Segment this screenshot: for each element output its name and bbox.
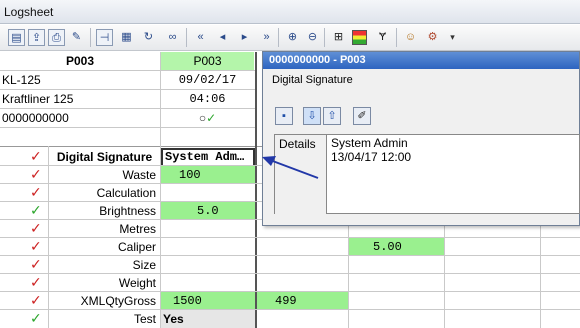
next-icon[interactable]: ▸ xyxy=(236,29,253,46)
row-label-size: Size xyxy=(132,258,156,272)
user-settings-icon[interactable]: ⚙ xyxy=(424,29,441,46)
refresh-icon[interactable]: ↻ xyxy=(140,29,157,46)
signed-timestamp: 13/04/17 12:00 xyxy=(331,150,412,164)
header-date: 09/02/17 xyxy=(178,73,237,87)
zoom-out-icon[interactable]: ⊖ xyxy=(304,29,321,46)
grid-line xyxy=(0,108,256,109)
export-icon[interactable]: ⇪ xyxy=(28,29,45,46)
cell-weight[interactable] xyxy=(161,274,255,292)
grid-line xyxy=(0,309,580,310)
cell-size[interactable] xyxy=(161,256,255,274)
status-check-red-icon: ✓ xyxy=(30,238,42,254)
row-label-test: Test xyxy=(133,312,156,326)
users-icon[interactable]: ☺ xyxy=(402,29,419,46)
grid-line xyxy=(0,89,256,90)
cell-metres[interactable] xyxy=(161,220,255,238)
grid-line xyxy=(0,70,256,71)
toolbar-separator xyxy=(90,28,91,47)
dialog-title: 0000000000 - P003 xyxy=(263,52,579,69)
last-icon[interactable]: » xyxy=(258,29,275,46)
cell-waste[interactable]: 100 xyxy=(161,166,255,184)
grid-line xyxy=(0,291,580,292)
toolbar: ▤ ⇪ ⎙ ✎ ⊣ ▦ ↻ ∞ « ◂ ▸ » ⊕ ⊖ ⊞ Ɏ ☺ ⚙ ▾ xyxy=(0,25,580,51)
grid-line xyxy=(0,127,256,128)
row-label-brightness: Brightness xyxy=(99,204,156,218)
status-check-red-icon: ✓ xyxy=(30,166,42,182)
grid-line xyxy=(0,255,580,256)
grid-line xyxy=(255,52,257,328)
row-label-metres: Metres xyxy=(119,222,156,236)
row-label-weight: Weight xyxy=(118,276,156,290)
status-check-green-icon: ✓ xyxy=(30,310,42,326)
signature-details: System Admin 13/04/17 12:00 xyxy=(331,136,411,164)
cell-test[interactable]: Yes xyxy=(161,310,255,328)
status-check-red-icon: ✓ xyxy=(30,184,42,200)
prev-icon[interactable]: ◂ xyxy=(214,29,231,46)
window-title-bar: Logsheet xyxy=(0,0,580,24)
header-time: 04:06 xyxy=(189,92,226,106)
cell-caliper-col3[interactable]: 5.00 xyxy=(349,238,444,256)
toolbar-separator xyxy=(186,28,187,47)
first-icon[interactable]: « xyxy=(192,29,209,46)
cell-xmlqtygross[interactable]: 1500 xyxy=(161,292,255,310)
toolbar-separator xyxy=(324,28,325,47)
print-icon[interactable]: ⎙ xyxy=(48,29,65,46)
grid-line xyxy=(0,273,580,274)
status-check-red-icon: ✓ xyxy=(30,274,42,290)
down-arrow-icon[interactable]: ⇩ xyxy=(303,107,321,125)
binoculars-icon[interactable]: ∞ xyxy=(164,29,181,46)
pin-icon[interactable]: ⊣ xyxy=(96,29,113,46)
header-code: KL-125 xyxy=(2,73,41,87)
toolbar-separator xyxy=(396,28,397,47)
tab-details[interactable]: Details xyxy=(275,135,327,214)
row-label-xmlqtygross: XMLQtyGross xyxy=(80,294,156,308)
save-icon[interactable]: ▪ xyxy=(275,107,293,125)
edit-icon[interactable]: ✎ xyxy=(68,29,85,46)
dialog-caption: Digital Signature xyxy=(272,74,353,86)
toolbar-separator xyxy=(278,28,279,47)
status-check-red-icon: ✓ xyxy=(30,220,42,236)
column-header-main: P003 xyxy=(65,54,95,68)
header-product: Kraftliner 125 xyxy=(2,92,74,106)
column-header-p003[interactable]: P003 xyxy=(161,52,254,70)
cell-calculation[interactable] xyxy=(161,184,255,202)
cell-xmlqtygross-col2[interactable]: 499 xyxy=(257,292,348,310)
new-icon[interactable]: ▤ xyxy=(8,29,25,46)
status-check-red-icon: ✓ xyxy=(30,256,42,272)
grid-icon[interactable]: ▦ xyxy=(118,29,135,46)
header-id: 0000000000 xyxy=(2,111,69,125)
header-status: ○✓ xyxy=(198,111,217,125)
cell-brightness[interactable]: 5.0 xyxy=(161,202,255,220)
row-label-waste: Waste xyxy=(122,168,156,182)
zoom-in-icon[interactable]: ⊕ xyxy=(284,29,301,46)
status-check-red-icon: ✓ xyxy=(30,148,42,164)
signer-name: System Admin xyxy=(331,136,408,150)
sign-icon[interactable]: ✐ xyxy=(353,107,371,125)
grid-line xyxy=(0,237,580,238)
row-label-digital-signature: Digital Signature xyxy=(56,150,153,164)
status-check-red-icon: ✓ xyxy=(30,292,42,308)
row-label-caliper: Caliper xyxy=(117,240,156,254)
colors-icon[interactable] xyxy=(352,30,367,45)
up-arrow-icon[interactable]: ⇧ xyxy=(323,107,341,125)
window-title: Logsheet xyxy=(4,5,54,19)
digital-signature-dialog: 0000000000 - P003 Digital Signature ▪ ⇩ … xyxy=(262,51,580,226)
row-label-calculation: Calculation xyxy=(96,186,156,200)
dropdown-icon[interactable]: ▾ xyxy=(444,29,461,46)
status-check-green-icon: ✓ xyxy=(30,202,42,218)
table-icon[interactable]: ⊞ xyxy=(330,29,347,46)
signature-icon[interactable]: Ɏ xyxy=(374,29,391,46)
cell-caliper[interactable] xyxy=(161,238,255,256)
dialog-details-panel: Details System Admin 13/04/17 12:00 xyxy=(274,134,580,214)
